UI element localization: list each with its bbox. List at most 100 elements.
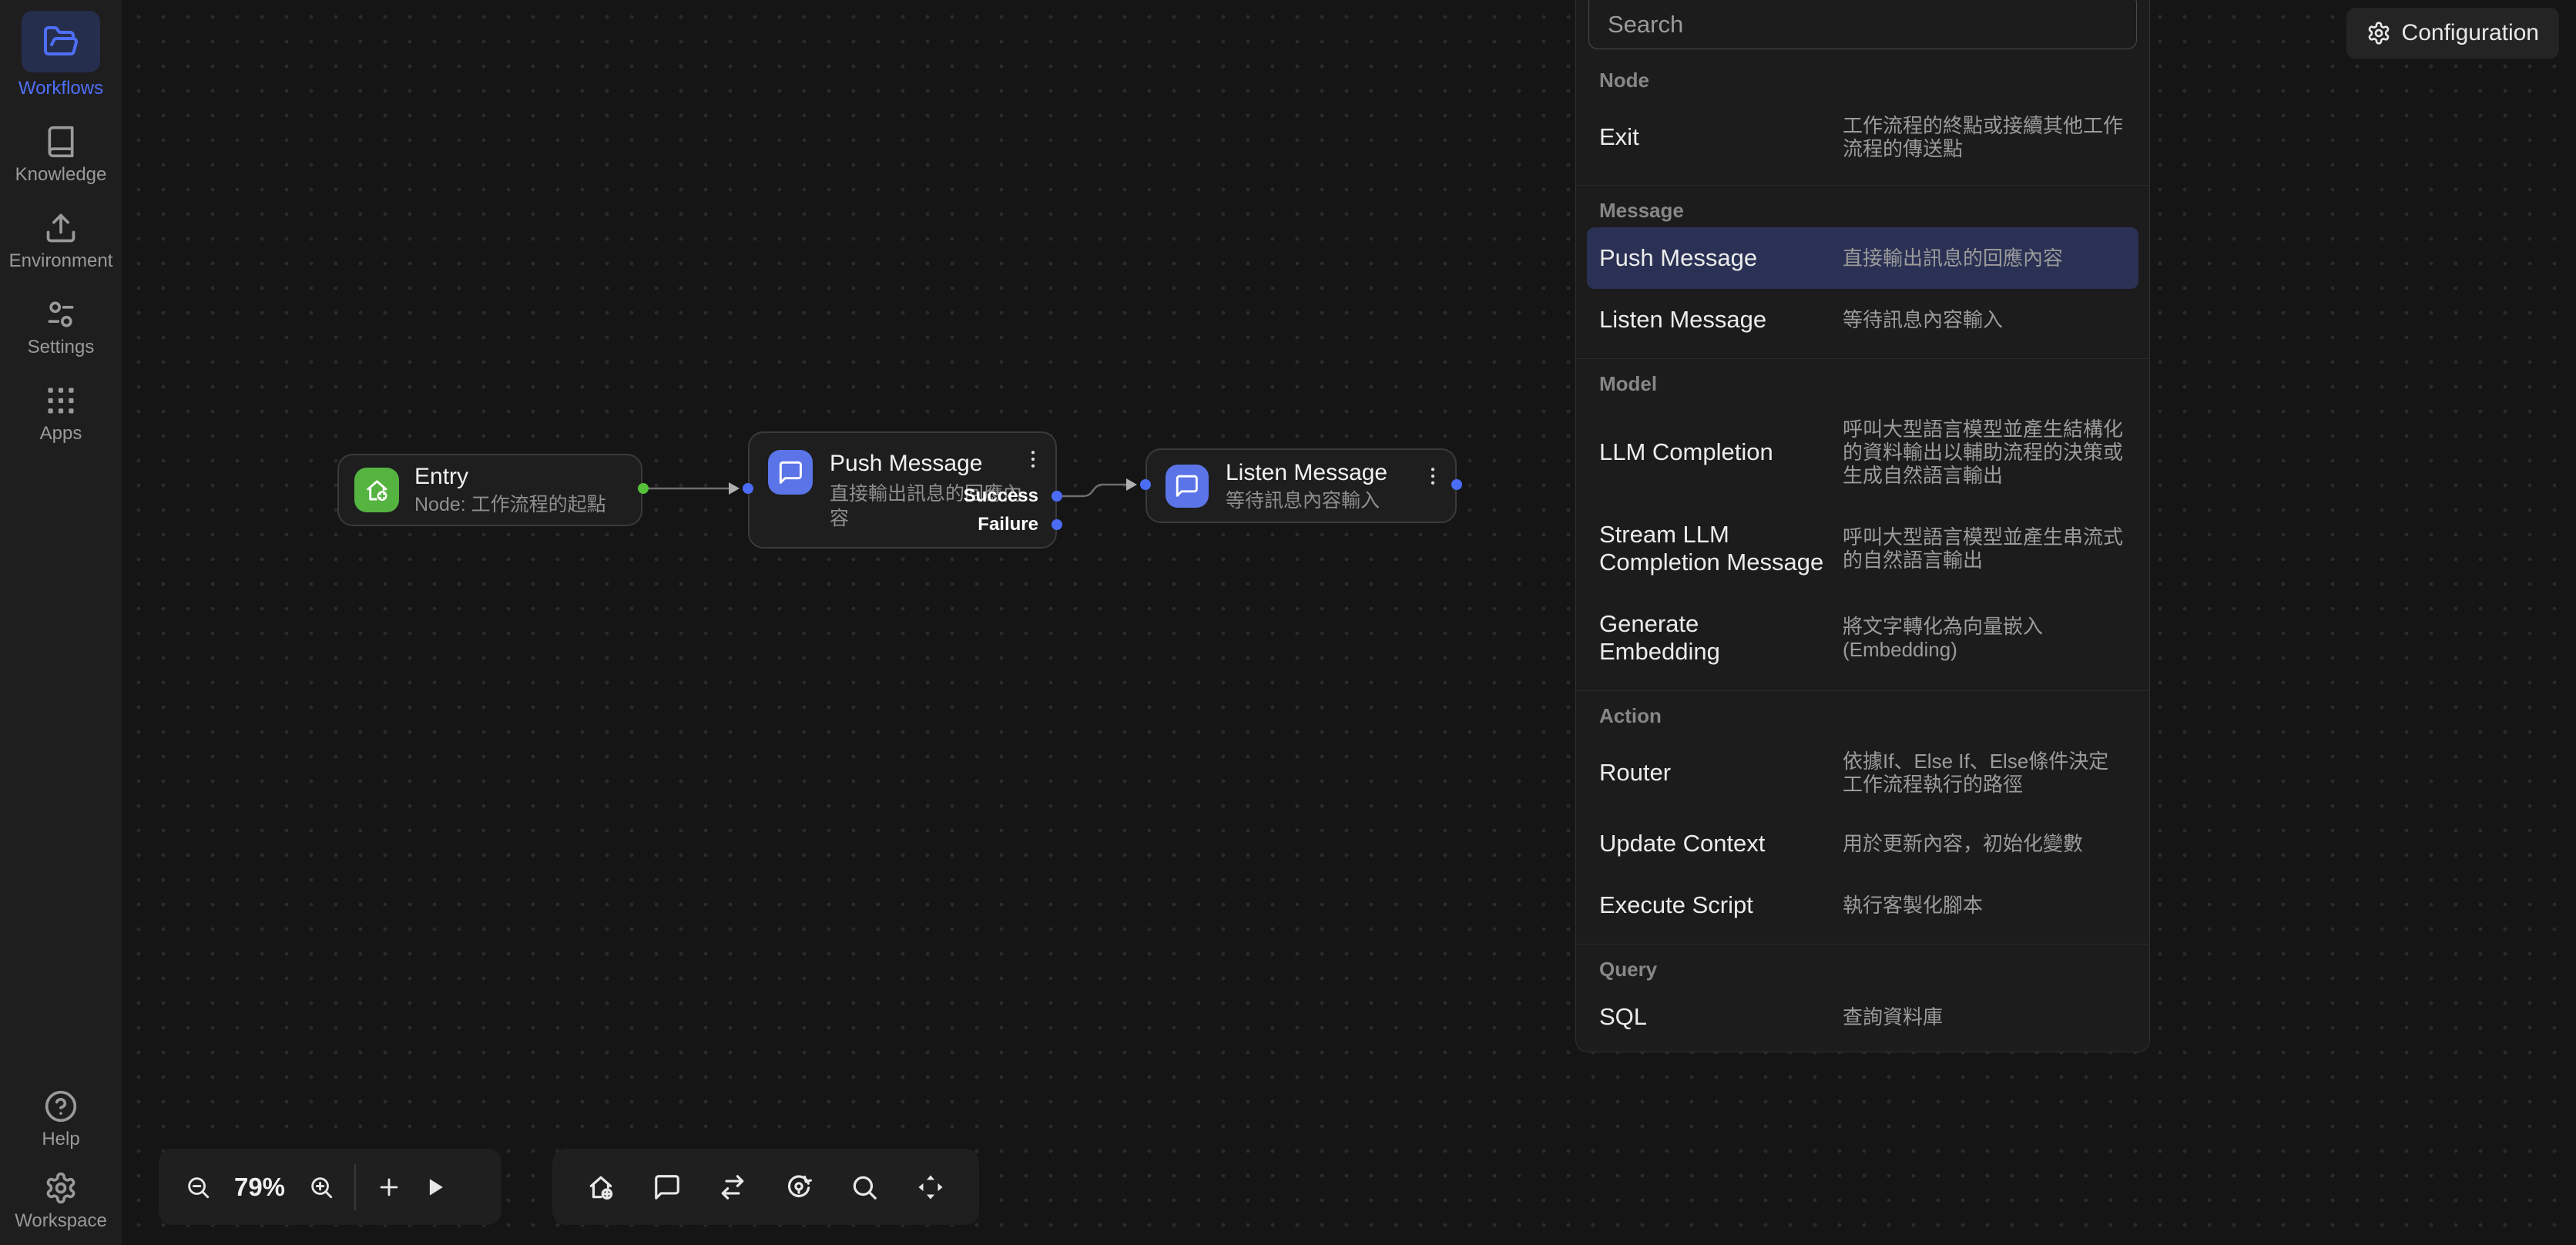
sliders-icon bbox=[44, 297, 78, 331]
configuration-label: Configuration bbox=[2402, 20, 2539, 46]
sidebar-item-workspace[interactable]: Workspace bbox=[15, 1171, 107, 1233]
panel-item-update-context[interactable]: Update Context用於更新內容，初始化變數 bbox=[1576, 813, 2149, 874]
section-header: Query bbox=[1576, 951, 2149, 986]
search-wrap bbox=[1588, 0, 2137, 49]
add-entry-node-button[interactable] bbox=[586, 1173, 615, 1202]
plus-icon bbox=[376, 1174, 402, 1200]
node-subtitle: 等待訊息內容輸入 bbox=[1226, 488, 1387, 513]
add-node-button[interactable] bbox=[376, 1174, 402, 1200]
panel-item-router[interactable]: Router 依據If、Else If、Else條件決定工作流程執行的路徑 bbox=[1576, 733, 2149, 813]
item-description: 呼叫大型語言模型並產生結構化的資料輸出以輔助流程的決策或生成自然語言輸出 bbox=[1843, 418, 2126, 487]
sidebar-nav: Workflows Knowledge Environment Settings App… bbox=[9, 11, 113, 445]
sidebar-item-workflows[interactable]: Workflows bbox=[18, 11, 103, 100]
message-node-icon bbox=[768, 450, 813, 495]
sidebar-item-knowledge[interactable]: Knowledge bbox=[15, 125, 107, 186]
search-icon bbox=[850, 1173, 879, 1202]
zoom-out-icon bbox=[185, 1174, 211, 1200]
port-label-failure: Failure bbox=[978, 513, 1038, 536]
sidebar-item-label: Workspace bbox=[15, 1210, 107, 1233]
port-listen-output[interactable] bbox=[1451, 479, 1462, 490]
panel-section-node: NodeExit工作流程的終點或接續其他工作流程的傳送點 bbox=[1576, 55, 2149, 186]
node-subtitle: Node: 工作流程的起點 bbox=[414, 492, 606, 517]
sidebar-item-environment[interactable]: Environment bbox=[9, 211, 113, 273]
add-message-node-button[interactable] bbox=[652, 1173, 682, 1202]
run-workflow-button[interactable] bbox=[422, 1174, 448, 1200]
panel-item-llm-completion[interactable]: LLM Completion 呼叫大型語言模型並產生結構化的資料輸出以輔助流程的決… bbox=[1576, 401, 2149, 504]
zoom-out-button[interactable] bbox=[185, 1174, 211, 1200]
item-title: Generate Embedding bbox=[1599, 610, 1824, 666]
search-input[interactable] bbox=[1588, 0, 2137, 49]
zoom-in-button[interactable] bbox=[308, 1174, 334, 1200]
port-listen-input[interactable] bbox=[1140, 479, 1151, 490]
panel-section-action: ActionRouter依據If、Else If、Else條件決定工作流程執行的… bbox=[1576, 691, 2149, 945]
node-title: Push Message bbox=[830, 450, 1039, 478]
panel-item-exit[interactable]: Exit工作流程的終點或接續其他工作流程的傳送點 bbox=[1576, 97, 2149, 177]
port-push-success[interactable] bbox=[1052, 491, 1062, 502]
port-push-input[interactable] bbox=[743, 483, 753, 494]
panel-item-generate-embedding[interactable]: Generate Embedding 將文字轉化為向量嵌入 (Embedding) bbox=[1576, 593, 2149, 683]
item-title: SQL bbox=[1599, 1003, 1824, 1031]
configuration-button[interactable]: Configuration bbox=[2346, 8, 2559, 59]
node-entry[interactable]: Entry Node: 工作流程的起點 bbox=[337, 454, 642, 526]
gear-icon bbox=[2366, 21, 2391, 45]
sidebar-item-settings[interactable]: Settings bbox=[28, 297, 95, 359]
node-title: Listen Message bbox=[1226, 459, 1387, 487]
entry-node-icon bbox=[354, 468, 399, 512]
item-title: Execute Script bbox=[1599, 891, 1824, 919]
kebab-menu-icon[interactable] bbox=[1421, 462, 1444, 490]
item-title: Listen Message bbox=[1599, 306, 1824, 334]
item-description: 用於更新內容，初始化變數 bbox=[1843, 832, 2126, 855]
port-label-success: Success bbox=[964, 485, 1038, 508]
play-icon bbox=[422, 1174, 448, 1200]
auto-layout-icon bbox=[784, 1173, 813, 1202]
sidebar-item-label: Help bbox=[42, 1128, 79, 1151]
panel-item-sql[interactable]: SQL 查詢資料庫 bbox=[1576, 986, 2149, 1048]
kebab-menu-icon[interactable] bbox=[1021, 445, 1045, 473]
sidebar-item-apps[interactable]: Apps bbox=[40, 384, 82, 445]
sidebar-item-label: Knowledge bbox=[15, 163, 107, 186]
node-title: Entry bbox=[414, 463, 606, 491]
book-icon bbox=[44, 125, 78, 159]
item-description: 直接輸出訊息的回應內容 bbox=[1843, 247, 2126, 270]
item-title: LLM Completion bbox=[1599, 438, 1824, 466]
panel-item-execute-script[interactable]: Execute Script 執行客製化腳本 bbox=[1576, 874, 2149, 936]
panel-item-retrieve-knowledge[interactable]: Retrieve Knowledge透過自然語言檢索知識庫 bbox=[1576, 1048, 2149, 1052]
item-description: 依據If、Else If、Else條件決定工作流程執行的路徑 bbox=[1843, 750, 2126, 796]
panel-sections: NodeExit工作流程的終點或接續其他工作流程的傳送點MessagePush … bbox=[1576, 55, 2149, 1052]
zoom-in-icon bbox=[308, 1174, 334, 1200]
tools-toolbar bbox=[552, 1149, 979, 1225]
item-description: 查詢資料庫 bbox=[1843, 1005, 2126, 1029]
workflow-canvas[interactable] bbox=[122, 0, 2576, 1245]
panel-item-push-message[interactable]: Push Message 直接輸出訊息的回應內容 bbox=[1587, 227, 2138, 289]
panel-item-stream-llm-completion-message[interactable]: Stream LLM Completion Message呼叫大型語言模型並產生… bbox=[1576, 504, 2149, 593]
node-push-message[interactable]: Push Message 直接輸出訊息的回應內容 Success Failure bbox=[748, 431, 1057, 549]
item-title: Exit bbox=[1599, 123, 1824, 151]
port-push-failure[interactable] bbox=[1052, 519, 1062, 530]
sidebar-item-help[interactable]: Help bbox=[42, 1089, 79, 1151]
toolbar-divider bbox=[354, 1164, 356, 1210]
message-node-icon bbox=[1166, 465, 1209, 508]
sidebar-item-label: Environment bbox=[9, 250, 113, 273]
item-title: Push Message bbox=[1599, 244, 1824, 272]
item-title: Router bbox=[1599, 759, 1824, 787]
item-description: 將文字轉化為向量嵌入 (Embedding) bbox=[1843, 615, 2126, 661]
sidebar-item-label: Apps bbox=[40, 422, 82, 445]
port-entry-output[interactable] bbox=[638, 483, 649, 494]
node-listen-message[interactable]: Listen Message 等待訊息內容輸入 bbox=[1145, 448, 1457, 523]
swap-connection-button[interactable] bbox=[718, 1173, 747, 1202]
auto-layout-button[interactable] bbox=[784, 1173, 813, 1202]
panel-section-message: MessagePush Message直接輸出訊息的回應內容Listen Mes… bbox=[1576, 186, 2149, 359]
active-item-highlight bbox=[22, 11, 100, 72]
item-title: Stream LLM Completion Message bbox=[1599, 521, 1824, 576]
search-canvas-button[interactable] bbox=[850, 1173, 879, 1202]
sidebar-item-label: Settings bbox=[28, 336, 95, 359]
add-entry-icon bbox=[586, 1173, 615, 1202]
pan-tool-button[interactable] bbox=[916, 1173, 945, 1202]
item-description: 執行客製化腳本 bbox=[1843, 894, 2126, 917]
zoom-level[interactable]: 79% bbox=[231, 1173, 288, 1202]
zoom-toolbar: 79% bbox=[159, 1149, 501, 1225]
panel-section-query: Query SQL 查詢資料庫 Retrieve Knowledge透過自然語言檢索知… bbox=[1576, 945, 2149, 1052]
section-header: Model bbox=[1576, 365, 2149, 401]
node-picker-panel: NodeExit工作流程的終點或接續其他工作流程的傳送點MessagePush … bbox=[1575, 0, 2150, 1052]
panel-item-listen-message[interactable]: Listen Message等待訊息內容輸入 bbox=[1576, 289, 2149, 351]
